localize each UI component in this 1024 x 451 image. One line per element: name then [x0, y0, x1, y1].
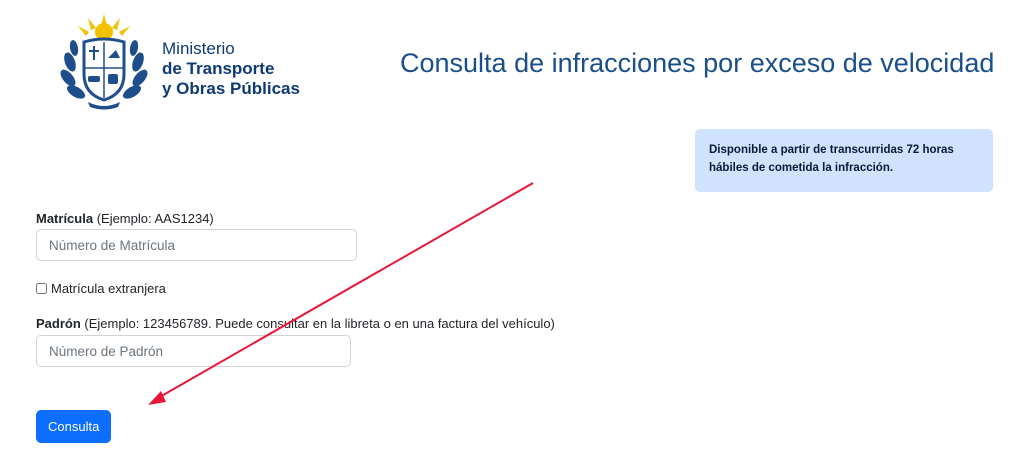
matricula-extranjera-label: Matrícula extranjera: [51, 281, 166, 296]
matricula-label-strong: Matrícula: [36, 211, 94, 226]
padron-label-strong: Padrón: [36, 316, 81, 331]
padron-hint: (Ejemplo: 123456789. Puede consultar en …: [80, 316, 555, 331]
matricula-label: Matrícula (Ejemplo: AAS1234): [36, 211, 214, 226]
logo-line-ministerio: Ministerio: [162, 39, 235, 58]
matricula-hint: (Ejemplo: AAS1234): [93, 211, 214, 226]
consulta-button[interactable]: Consulta: [36, 410, 112, 443]
logo-text: Ministerio de Transporte y Obras Pública…: [162, 39, 300, 99]
logo-line-obras: y Obras Públicas: [162, 79, 300, 98]
info-alert: Disponible a partir de transcurridas 72 …: [695, 129, 993, 192]
page-title: Consulta de infracciones por exceso de v…: [400, 48, 995, 78]
annotation-arrow-head: [148, 391, 166, 405]
matricula-input[interactable]: [36, 229, 357, 261]
padron-label: Padrón (Ejemplo: 123456789. Puede consul…: [36, 316, 555, 331]
matricula-extranjera-checkbox[interactable]: [36, 283, 47, 294]
padron-input[interactable]: [36, 335, 351, 367]
coat-of-arms-icon: [60, 14, 148, 110]
logo-line-transporte: de Transporte: [162, 59, 275, 78]
matricula-extranjera-row[interactable]: Matrícula extranjera: [36, 281, 166, 296]
page: Ministerio de Transporte y Obras Pública…: [0, 0, 1024, 451]
ministry-logo[interactable]: Ministerio de Transporte y Obras Pública…: [58, 12, 318, 112]
